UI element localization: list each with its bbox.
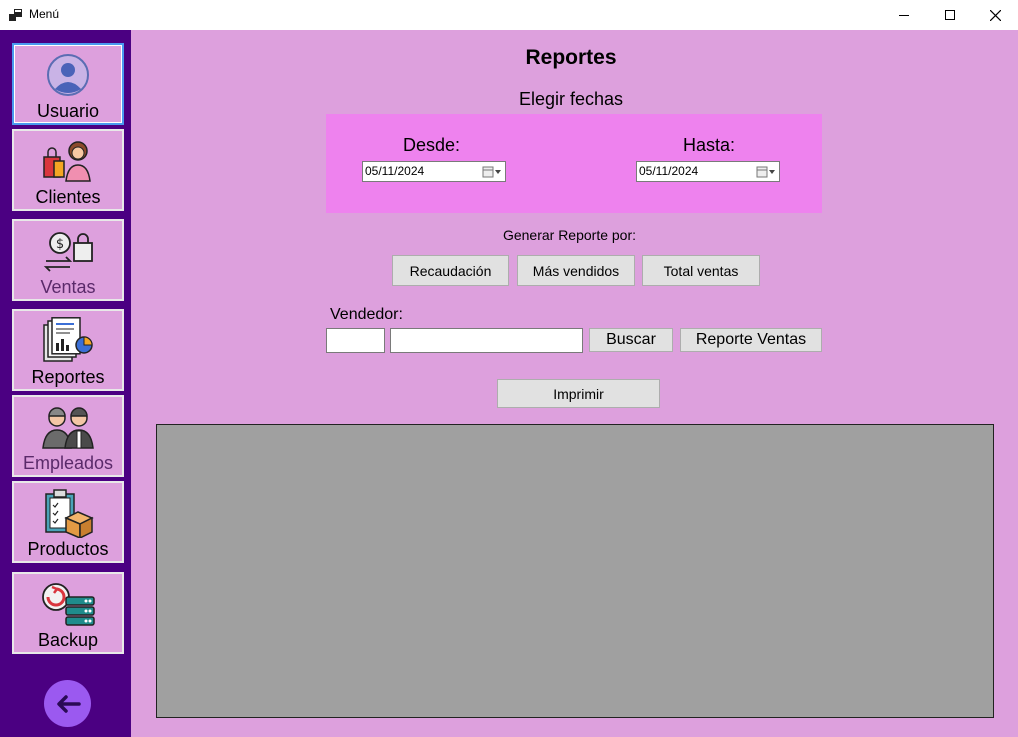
- close-button[interactable]: [972, 0, 1018, 30]
- from-date-picker[interactable]: 05/11/2024: [362, 161, 506, 182]
- sidebar: Usuario Clientes $ Ventas Reportes Emple…: [0, 30, 131, 737]
- main-panel: Reportes Elegir fechas Desde: 05/11/2024…: [131, 30, 1018, 737]
- backup-icon: [38, 578, 98, 630]
- date-section-title: Elegir fechas: [518, 89, 624, 109]
- products-icon: [38, 487, 98, 539]
- svg-text:$: $: [56, 237, 64, 252]
- sidebar-item-productos[interactable]: Productos: [12, 481, 124, 563]
- sidebar-item-reportes[interactable]: Reportes: [12, 309, 124, 391]
- sidebar-item-label: Productos: [27, 539, 109, 559]
- buscar-button[interactable]: Buscar: [589, 328, 673, 352]
- page-title: Reportes: [525, 46, 617, 69]
- sidebar-item-ventas[interactable]: $ Ventas: [12, 219, 124, 301]
- sidebar-item-label: Empleados: [22, 453, 114, 473]
- sidebar-item-empleados[interactable]: Empleados: [12, 395, 124, 477]
- total-ventas-button[interactable]: Total ventas: [642, 255, 760, 286]
- mas-vendidos-button[interactable]: Más vendidos: [517, 255, 635, 286]
- vendor-id-input[interactable]: [326, 328, 385, 353]
- report-viewer: [156, 424, 994, 718]
- generate-report-label: Generar Reporte por:: [502, 227, 637, 243]
- recaudacion-button[interactable]: Recaudación: [392, 255, 509, 286]
- window-title: Menú: [29, 7, 60, 21]
- sidebar-item-label: Ventas: [40, 277, 96, 297]
- sidebar-item-clientes[interactable]: Clientes: [12, 129, 124, 211]
- clients-icon: [38, 135, 98, 187]
- to-date-label: Hasta:: [683, 135, 736, 155]
- vendor-label: Vendedor:: [330, 306, 403, 323]
- maximize-button[interactable]: [927, 0, 973, 30]
- back-arrow-icon: [56, 694, 81, 713]
- sidebar-item-label: Clientes: [35, 187, 101, 207]
- sidebar-item-usuario[interactable]: Usuario: [12, 43, 124, 125]
- date-range-panel: Desde: 05/11/2024 Hasta: 05/11/2024: [326, 114, 822, 213]
- reporte-ventas-button[interactable]: Reporte Ventas: [680, 328, 822, 352]
- sidebar-item-label: Usuario: [36, 101, 100, 121]
- maximize-icon: [945, 10, 955, 20]
- sidebar-item-backup[interactable]: Backup: [12, 572, 124, 654]
- close-icon: [989, 9, 1001, 21]
- sidebar-item-label: Backup: [37, 630, 99, 650]
- app-icon: [9, 9, 22, 21]
- title-bar: Menú: [0, 0, 1018, 30]
- reports-icon: [38, 315, 98, 367]
- calendar-dropdown-icon[interactable]: [755, 164, 777, 179]
- imprimir-button[interactable]: Imprimir: [497, 379, 660, 408]
- to-date-picker[interactable]: 05/11/2024: [636, 161, 780, 182]
- sidebar-item-label: Reportes: [31, 367, 105, 387]
- from-date-label: Desde:: [403, 135, 461, 155]
- minimize-button[interactable]: [881, 0, 927, 30]
- vendor-name-input[interactable]: [390, 328, 583, 353]
- from-date-value: 05/11/2024: [365, 164, 425, 178]
- employees-icon: [38, 401, 98, 453]
- back-button[interactable]: [44, 680, 91, 727]
- sales-icon: $: [38, 225, 98, 277]
- calendar-dropdown-icon[interactable]: [481, 164, 503, 179]
- minimize-icon: [899, 15, 909, 16]
- to-date-value: 05/11/2024: [639, 164, 699, 178]
- user-avatar-icon: [38, 49, 98, 101]
